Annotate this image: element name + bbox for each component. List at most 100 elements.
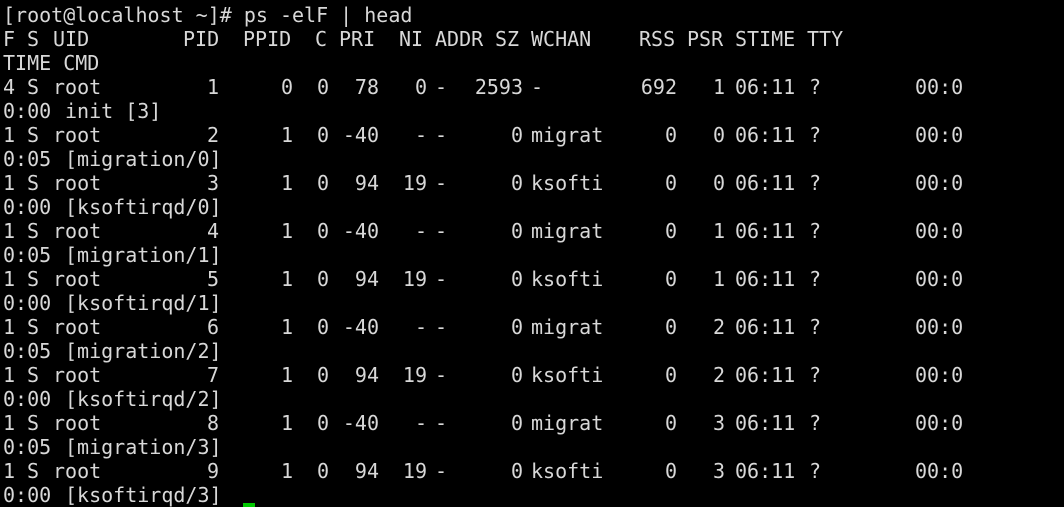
cell-stime: 06:11 [735,411,796,435]
cell-s: S [27,459,40,483]
cell-ppid: 1 [280,123,293,147]
cell-pri: -40 [342,315,379,339]
cell-pid: 8 [206,411,219,435]
cell-time_a: 00:0 [915,411,964,435]
header-stime: STIME [735,27,796,51]
cell-ni: - [414,315,427,339]
cell-pid: 7 [206,363,219,387]
cell-pid: 3 [206,171,219,195]
cell-time: 0:05 [3,243,52,267]
cell-pri: -40 [342,219,379,243]
cell-stime: 06:11 [735,219,796,243]
cell-cmd: [migration/0] [65,147,222,171]
cell-tty: ? [809,123,822,147]
terminal-window[interactable]: [root@localhost ~]# ps -elF | head F S UID… [0,0,1064,507]
cell-f: 1 [3,123,16,147]
cell-ppid: 1 [280,411,293,435]
cell-f: 1 [3,267,16,291]
cell-f: 1 [3,363,16,387]
cell-stime: 06:11 [735,171,796,195]
cell-time: 0:00 [3,99,52,123]
cell-pid: 5 [206,267,219,291]
cell-psr: 3 [712,459,725,483]
cell-pri: 94 [354,171,379,195]
cell-time_a: 00:0 [915,315,964,339]
cell-uid: root [53,219,102,243]
header-c: C [315,27,328,51]
cell-cmd: [ksoftirqd/1] [65,291,222,315]
cell-psr: 0 [712,171,725,195]
cell-ni: 19 [402,267,427,291]
cell-psr: 3 [712,411,725,435]
cell-ni: 19 [402,363,427,387]
header-ppid: PPID [243,27,292,51]
cell-c: 0 [316,219,329,243]
cell-stime: 06:11 [735,267,796,291]
cell-time_a: 00:0 [915,171,964,195]
cell-sz: 2593 [474,75,523,99]
cell-rss: 0 [664,123,677,147]
header-f: F [3,27,16,51]
cell-time: 0:05 [3,435,52,459]
cell-ppid: 1 [280,171,293,195]
cell-tty: ? [809,315,822,339]
cell-s: S [27,219,40,243]
cell-addr: - [435,123,448,147]
header-rss: RSS [639,27,676,51]
cell-uid: root [53,315,102,339]
cell-ppid: 1 [280,363,293,387]
cell-s: S [27,123,40,147]
cell-ppid: 0 [280,75,293,99]
cell-f: 1 [3,171,16,195]
cell-rss: 0 [664,219,677,243]
cell-tty: ? [809,219,822,243]
cell-pri: 94 [354,267,379,291]
cell-psr: 2 [712,315,725,339]
cell-time_a: 00:0 [915,219,964,243]
cell-rss: 0 [664,315,677,339]
cell-uid: root [53,75,102,99]
cell-wchan: - [531,75,544,99]
header-s: S [27,27,40,51]
cell-ni: - [414,411,427,435]
cell-c: 0 [316,315,329,339]
cell-rss: 0 [664,459,677,483]
cell-wchan: ksofti [531,459,604,483]
cell-cmd: [migration/1] [65,243,222,267]
cell-c: 0 [316,75,329,99]
cell-stime: 06:11 [735,123,796,147]
cell-pri: -40 [342,123,379,147]
cell-tty: ? [809,459,822,483]
cell-addr: - [435,315,448,339]
cell-time_a: 00:0 [915,363,964,387]
cell-rss: 0 [664,267,677,291]
cell-c: 0 [316,363,329,387]
cell-stime: 06:11 [735,75,796,99]
cell-stime: 06:11 [735,315,796,339]
cell-ni: 19 [402,171,427,195]
cell-c: 0 [316,459,329,483]
header-pri: PRI [339,27,376,51]
header-addr: ADDR [435,27,484,51]
cell-time_a: 00:0 [915,75,964,99]
header-ni: NI [399,27,424,51]
cell-ni: - [414,123,427,147]
cell-ni: - [414,219,427,243]
cell-rss: 0 [664,411,677,435]
command-prompt-line: [root@localhost ~]# ps -elF | head [3,3,413,27]
cell-tty: ? [809,411,822,435]
cell-cmd: [ksoftirqd/3] [65,483,222,507]
cell-s: S [27,315,40,339]
cell-pid: 4 [206,219,219,243]
header-pid: PID [183,27,220,51]
cell-wchan: migrat [531,219,604,243]
cell-uid: root [53,459,102,483]
cell-s: S [27,171,40,195]
cell-time: 0:00 [3,483,52,507]
cell-f: 1 [3,459,16,483]
cell-pri: -40 [342,411,379,435]
cell-addr: - [435,411,448,435]
cell-addr: - [435,171,448,195]
cell-ppid: 1 [280,315,293,339]
cell-ppid: 1 [280,219,293,243]
